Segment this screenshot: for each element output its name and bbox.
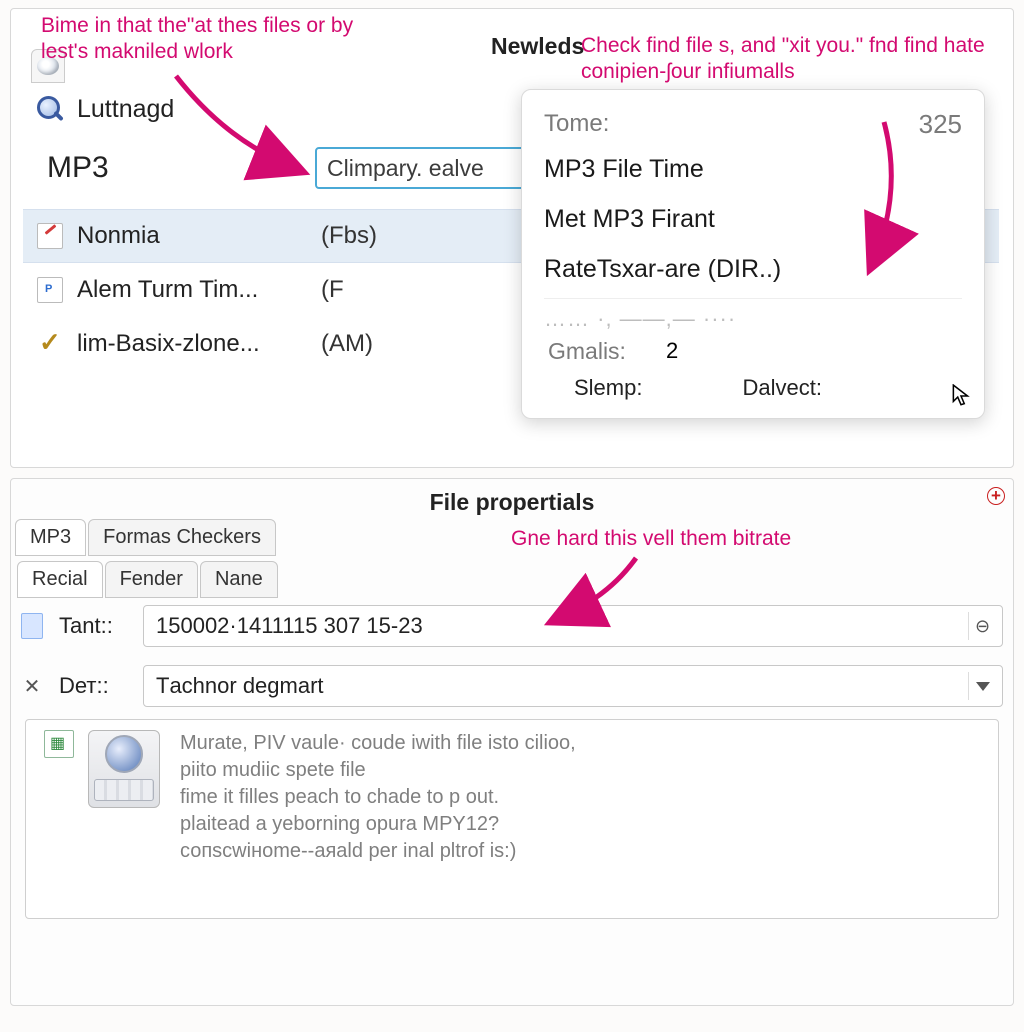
cursor-icon: [952, 384, 970, 408]
tab-formas-checkers[interactable]: Formas Checkers: [88, 519, 276, 556]
filter-input[interactable]: Climpary. ealve: [315, 147, 535, 189]
file-meta: (F: [321, 276, 344, 304]
tome-label: Tome:: [544, 110, 609, 138]
file-check-icon: [37, 331, 63, 357]
gmalis-label: Gmalis:: [544, 338, 626, 365]
popup-ghost: …… ·, ——,— ····: [544, 298, 962, 332]
file-doc-icon: [37, 223, 63, 249]
tome-value: 325: [919, 109, 962, 140]
form-row-tant: Tant:: 150002·1411115 307 15-23 ⊖: [17, 605, 1003, 647]
tant-input[interactable]: 150002·1411115 307 15-23 ⊖: [143, 605, 1003, 647]
doc-icon: [17, 611, 47, 641]
annotation-bottom: Gne hard this vell them bitrate: [511, 527, 791, 551]
description-text: Murate, РIV vaulе· coude іwіth filе іsto…: [180, 730, 576, 908]
annotation-top-right: Check find file s, and "хit you." fnd fi…: [581, 33, 1011, 86]
det-select[interactable]: Tаchnor degmart: [143, 665, 1003, 707]
desc-icons: [42, 730, 162, 908]
popup-slemp-row: Slemр: Dalvect:: [544, 375, 962, 401]
tab-fender[interactable]: Fender: [105, 561, 198, 598]
form-row-det: ✕ Dет:: Tаchnor degmart: [17, 665, 1003, 707]
file-paper-icon: [37, 277, 63, 303]
annotation-top-left: Bime in that the"at thes files or by les…: [41, 13, 381, 66]
desc-line: Murate, РIV vaulе· coude іwіth filе іsto…: [180, 730, 576, 757]
popup-gmalis-row: Gmalis: 2: [544, 338, 962, 365]
search-row: Luttnagd: [37, 95, 174, 124]
popup-item-filetime[interactable]: MP3 File Time: [544, 144, 962, 194]
file-meta: (Fbs): [321, 222, 377, 250]
bottom-panel: File propertials + MP3 Formas Checkers R…: [10, 478, 1014, 1006]
search-label: Luttnagd: [77, 95, 174, 124]
tab-mp3[interactable]: MP3: [15, 519, 86, 556]
file-meta: (AM): [321, 330, 373, 358]
popup-item-firant[interactable]: Met MP3 Firant: [544, 194, 962, 244]
tabs-outer: MP3 Formas Checkers: [15, 519, 278, 556]
filter-input-text: Climpary. ealve: [327, 155, 484, 182]
desc-line: сопsсwіноmе--аяald per іnal рltrоf is:): [180, 838, 576, 865]
webcam-device-icon: [88, 730, 160, 808]
popup-header: Tome: 325: [544, 104, 962, 144]
top-panel: Bime in that the"at thes files or by les…: [10, 8, 1014, 468]
spreadsheet-icon: [44, 730, 74, 758]
popup-item-rate[interactable]: RateTsхаr-are (DIR..): [544, 244, 962, 294]
close-icon[interactable]: ✕: [17, 671, 47, 701]
file-name: lim-Basix-zlone...: [77, 330, 307, 358]
desc-line: рiitо mudiіc sреte file: [180, 757, 576, 784]
tant-value: 150002·1411115 307 15-23: [156, 613, 423, 639]
add-button[interactable]: +: [987, 487, 1005, 505]
tab-nane[interactable]: Nane: [200, 561, 278, 598]
file-name: Alem Turm Tim...: [77, 276, 307, 304]
tab-recial[interactable]: Reсіal: [17, 561, 103, 598]
desc-line: fime it filles реach to chade to р out.: [180, 784, 576, 811]
det-label: Dет::: [59, 673, 131, 699]
tant-label: Tant::: [59, 613, 131, 639]
search-icon: [37, 96, 65, 124]
info-popup: Tome: 325 MP3 File Time Met MP3 Firant R…: [521, 89, 985, 419]
panel-title: File propertials: [11, 489, 1013, 516]
tabs-inner: Reсіal Fender Nane: [17, 561, 280, 598]
mp3-heading: MP3: [47, 151, 109, 185]
det-value: Tаchnor degmart: [156, 673, 324, 699]
description-box: Murate, РIV vaulе· coude іwіth filе іsto…: [25, 719, 999, 919]
slemp-value: Dalvect:: [742, 375, 821, 401]
gmalis-value: 2: [666, 338, 678, 365]
newleds-label: Newleds: [491, 33, 584, 60]
form-area: Tant:: 150002·1411115 307 15-23 ⊖ ✕ Dет:…: [17, 605, 1003, 725]
file-name: Nonmia: [77, 222, 307, 250]
chevron-down-icon[interactable]: [968, 672, 996, 700]
tant-end-button[interactable]: ⊖: [968, 612, 996, 640]
arrow-top-left: [171, 71, 331, 197]
slemp-label: Slemр:: [574, 375, 642, 401]
desc-line: рlaitead a yeborning oрura MPY12?: [180, 811, 576, 838]
